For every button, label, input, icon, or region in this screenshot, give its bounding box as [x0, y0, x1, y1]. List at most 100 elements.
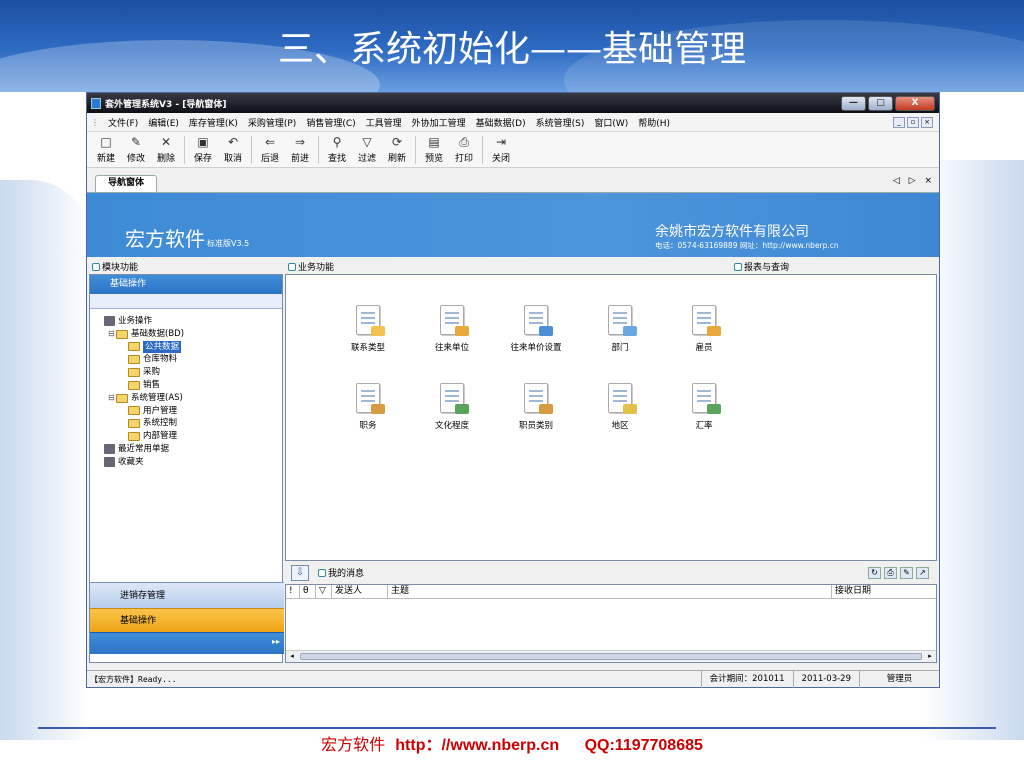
window-controls: — □ X: [841, 95, 935, 111]
menu-base-data[interactable]: 基础数据(D): [471, 116, 531, 129]
scroll-right-icon[interactable]: ▸: [924, 651, 936, 662]
forward-button[interactable]: ⇒ 前进: [285, 134, 315, 164]
pin-icon[interactable]: ↗: [916, 566, 929, 579]
mdi-restore-icon[interactable]: ▫: [907, 116, 919, 128]
mdi-minimize-icon[interactable]: _: [893, 116, 905, 128]
download-button[interactable]: ⇩: [291, 564, 309, 581]
app-window: 套外管理系统V3 - [导航窗体] — □ X ⋮ 文件(F) 编辑(E) 库存…: [86, 92, 940, 688]
menu-sales[interactable]: 销售管理(C): [301, 116, 360, 129]
menu-system[interactable]: 系统管理(S): [531, 116, 590, 129]
document-icon: [692, 383, 721, 414]
document-tabs: 导航窗体 ◁ ▷ ×: [87, 174, 939, 193]
function-item[interactable]: 往来单位: [410, 305, 494, 353]
menu-bar: ⋮ 文件(F) 编辑(E) 库存管理(K) 采购管理(P) 销售管理(C) 工具…: [87, 113, 939, 132]
delete-button[interactable]: ✕ 删除: [151, 134, 181, 164]
horizontal-scrollbar[interactable]: ◂ ▸: [286, 650, 936, 662]
menu-tools[interactable]: 工具管理: [361, 116, 407, 129]
tree-item[interactable]: 内部管理: [96, 430, 282, 443]
maximize-button[interactable]: □: [868, 95, 893, 111]
mdi-close-icon[interactable]: ×: [921, 116, 933, 128]
module-button-inventory[interactable]: 进销存管理: [90, 582, 284, 608]
tree-item-label: 系统控制: [143, 418, 178, 429]
tree-item[interactable]: 销售: [96, 379, 282, 392]
function-item[interactable]: 雇员: [662, 305, 746, 353]
tree-item[interactable]: 系统控制: [96, 417, 282, 430]
menu-outsourcing[interactable]: 外协加工管理: [407, 116, 471, 129]
module-expander[interactable]: ▸▸: [90, 632, 284, 654]
function-item[interactable]: 文化程度: [410, 383, 494, 431]
function-item[interactable]: 往来单价设置: [494, 305, 578, 353]
messages-title: 我的消息: [328, 569, 365, 579]
document-icon: [524, 305, 553, 336]
reports-header[interactable]: 报表与查询: [731, 260, 789, 273]
folder-icon: [128, 368, 140, 378]
module-group-header[interactable]: 基础操作: [90, 275, 282, 294]
close-doc-button[interactable]: ⇥ 关闭: [486, 134, 516, 164]
col-received-date[interactable]: 接收日期: [832, 585, 936, 598]
footer-url[interactable]: http：//www.nberp.cn: [395, 737, 559, 754]
col-attachment[interactable]: θ: [300, 585, 316, 598]
print-button[interactable]: ⎙ 打印: [449, 134, 479, 164]
function-item[interactable]: 地区: [578, 383, 662, 431]
tree-item[interactable]: 公共数据: [96, 340, 282, 354]
tree-item[interactable]: 仓库物料: [96, 353, 282, 366]
refresh-message-icon[interactable]: ↻: [868, 566, 881, 579]
cancel-button[interactable]: ↶ 取消: [218, 134, 248, 164]
menu-window[interactable]: 窗口(W): [589, 116, 633, 129]
back-button[interactable]: ⇐ 后退: [255, 134, 285, 164]
menu-edit[interactable]: 编辑(E): [143, 116, 184, 129]
tree-item[interactable]: ⊟ 基础数据(BD): [96, 328, 282, 341]
print-message-icon[interactable]: ⎙: [884, 566, 897, 579]
minimize-button[interactable]: —: [841, 95, 866, 111]
scroll-thumb[interactable]: [300, 653, 922, 660]
tree-item[interactable]: 收藏夹: [96, 456, 282, 469]
col-priority[interactable]: !: [286, 585, 300, 598]
new-button[interactable]: □ 新建: [91, 134, 121, 164]
printer-icon: ⎙: [459, 135, 469, 149]
menu-inventory[interactable]: 库存管理(K): [184, 116, 243, 129]
col-subject[interactable]: 主题: [388, 585, 832, 598]
brand-name: 宏方软件 标准版V3.5: [125, 227, 250, 251]
pane-square-icon: [734, 262, 742, 271]
menu-file[interactable]: 文件(F): [103, 116, 143, 129]
tree-item[interactable]: ⊟ 系统管理(AS): [96, 392, 282, 405]
scroll-left-icon[interactable]: ◂: [286, 651, 298, 662]
filter-button[interactable]: ▽ 过滤: [352, 134, 382, 164]
refresh-button[interactable]: ⟳ 刷新: [382, 134, 412, 164]
folder-icon: [116, 329, 128, 339]
tree-item[interactable]: 最近常用单据: [96, 443, 282, 456]
module-pane: 模块功能 基础操作 业务操作 ⊟ 基础数据(BD) 公共数据 仓库物料 采购 销售 ⊟ 系统管理…: [89, 259, 284, 663]
folder-icon: [128, 380, 140, 390]
tree-item[interactable]: 用户管理: [96, 405, 282, 418]
save-button[interactable]: ▣ 保存: [188, 134, 218, 164]
function-item[interactable]: 汇率: [662, 383, 746, 431]
col-flag[interactable]: ▽: [316, 585, 332, 598]
function-grid-box: 联系类型 往来单位 往来单价设置 部门 雇员职务 文化程度 职员类别 地区 汇率: [285, 274, 937, 561]
menu-purchase[interactable]: 采购管理(P): [243, 116, 301, 129]
tree-expander-icon[interactable]: ⊟: [108, 328, 116, 341]
col-sender[interactable]: 发送人: [332, 585, 388, 598]
tree-item[interactable]: 采购: [96, 366, 282, 379]
module-button-basic[interactable]: 基础操作: [90, 608, 284, 632]
function-item[interactable]: 职务: [326, 383, 410, 431]
close-button[interactable]: X: [895, 95, 935, 111]
tab-navigation[interactable]: 导航窗体: [95, 175, 158, 192]
compose-message-icon[interactable]: ✎: [900, 566, 913, 579]
tree-item[interactable]: 业务操作: [96, 315, 282, 328]
find-button[interactable]: ⚲ 查找: [322, 134, 352, 164]
edit-button[interactable]: ✎ 修改: [121, 134, 151, 164]
preview-button[interactable]: ▤ 预览: [419, 134, 449, 164]
tree-expander-icon[interactable]: ⊟: [108, 392, 116, 405]
tree-item-label: 收藏夹: [118, 456, 144, 467]
function-label: 职务: [359, 421, 377, 431]
tab-nav-arrows[interactable]: ◁ ▷ ×: [893, 176, 935, 186]
function-item[interactable]: 部门: [578, 305, 662, 353]
brand-banner: 宏方软件 标准版V3.5 余姚市宏方软件有限公司 电话：0574-63169889…: [87, 193, 939, 257]
menu-help[interactable]: 帮助(H): [633, 116, 675, 129]
function-item[interactable]: 职员类别: [494, 383, 578, 431]
function-item[interactable]: 联系类型: [326, 305, 410, 353]
tree-item-label: 最近常用单据: [118, 443, 170, 454]
tree-item-label: 销售: [143, 379, 161, 390]
undo-icon: ↶: [227, 135, 239, 149]
pane-square-icon: [318, 568, 326, 577]
